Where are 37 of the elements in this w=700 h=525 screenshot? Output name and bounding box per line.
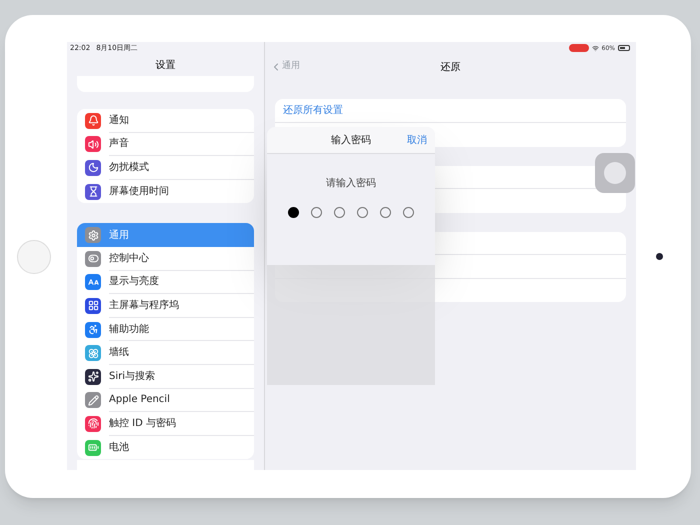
battery-icon [618,45,630,51]
sidebar-item[interactable]: 通知 [77,109,254,133]
passcode-prompt: 请输入密码 [326,176,376,191]
sidebar-item[interactable]: Apple Pencil [77,388,254,412]
sidebar-item[interactable]: 显示与亮度 [77,270,254,294]
sidebar-item-label: 触控 ID 与密码 [109,416,176,431]
sidebar-item-label: 墙纸 [109,346,129,360]
sidebar-item[interactable]: 墙纸 [77,341,254,365]
sidebar-item-label: 通知 [109,114,129,128]
sidebar-item-label: 辅助功能 [109,322,149,337]
sidebar-item[interactable]: 辅助功能 [77,318,254,342]
sidebar-item-label: 控制中心 [109,252,149,266]
sidebar-item-label: 通用 [109,228,129,243]
sidebar-item[interactable]: 主屏幕与程序坞 [77,294,254,318]
reset-all-settings-link[interactable]: 还原所有设置 [283,103,343,118]
sidebar-item[interactable]: 电池 [77,436,254,460]
sidebar-item-label: 主屏幕与程序坞 [109,298,179,313]
cancel-button[interactable]: 取消 [407,132,427,148]
detail-title: 还原 [440,60,460,74]
sidebar-item-label: 电池 [109,440,129,456]
sidebar-item[interactable]: 控制中心 [77,246,254,271]
dialog-title: 输入密码 [331,134,371,148]
wifi-icon [592,44,599,52]
recording-indicator [568,44,589,52]
sidebar-item-label: Apple Pencil [109,393,170,408]
sidebar-item[interactable]: 勿扰模式 [77,156,254,180]
sidebar-item-label: 显示与亮度 [109,274,159,290]
assistive-touch-button[interactable] [595,153,635,193]
sidebar-item[interactable]: Siri与搜索 [77,364,254,389]
sidebar-title: 设置 [156,58,176,72]
sidebar-item-label: Siri与搜索 [109,370,156,384]
sidebar-item-label: 勿扰模式 [109,160,149,175]
sidebar-item[interactable]: 声音 [77,132,254,156]
sidebar-item[interactable]: 触控 ID 与密码 [77,412,254,436]
sidebar-item[interactable]: 屏幕使用时间 [77,180,254,204]
sidebar-item-label: 声音 [109,136,129,152]
sidebar-item-label: 屏幕使用时间 [109,184,169,200]
